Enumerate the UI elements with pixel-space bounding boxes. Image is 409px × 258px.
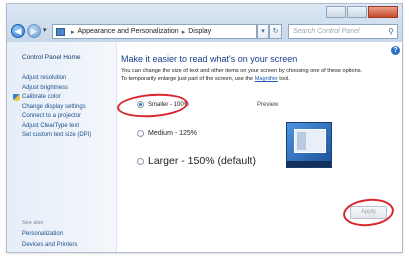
- radio-medium[interactable]: [137, 130, 144, 137]
- window-controls: [325, 6, 398, 18]
- recent-pages-dropdown-icon[interactable]: ▾: [43, 26, 47, 34]
- sidebar: Control Panel Home Adjust resolution Adj…: [7, 42, 117, 252]
- preview-taskbar: [287, 161, 331, 167]
- desktop-preview-image: [286, 122, 332, 168]
- control-panel-window: ◀ ▶ ▾ ▸ Appearance and Personalization ▸…: [6, 3, 403, 253]
- breadcrumb-appearance[interactable]: Appearance and Personalization: [78, 28, 179, 35]
- description-line-1: You can change the size of text and othe…: [121, 68, 363, 74]
- search-icon[interactable]: ⚲: [388, 25, 394, 38]
- sidebar-item-calibrate-color[interactable]: Calibrate color: [13, 93, 91, 103]
- magnifier-link[interactable]: Magnifier: [255, 76, 278, 82]
- search-input[interactable]: Search Control Panel ⚲: [288, 24, 398, 39]
- option-larger[interactable]: Larger - 150% (default): [137, 155, 256, 167]
- option-medium[interactable]: Medium - 125%: [137, 130, 197, 137]
- option-smaller-label[interactable]: Smaller - 100%: [148, 102, 189, 108]
- option-medium-label[interactable]: Medium - 125%: [148, 130, 197, 137]
- sidebar-item-adjust-resolution[interactable]: Adjust resolution: [22, 74, 91, 84]
- sidebar-item-label: Calibrate color: [22, 94, 61, 100]
- control-panel-icon: [56, 27, 65, 36]
- option-smaller[interactable]: Smaller - 100%: [137, 101, 189, 108]
- radio-smaller[interactable]: [137, 101, 144, 108]
- title-bar: ◀ ▶ ▾ ▸ Appearance and Personalization ▸…: [7, 4, 402, 42]
- sidebar-item-adjust-brightness[interactable]: Adjust brightness: [22, 84, 91, 94]
- sidebar-task-list: Adjust resolution Adjust brightness Cali…: [13, 74, 91, 141]
- close-button[interactable]: [368, 6, 398, 18]
- maximize-button[interactable]: [347, 6, 367, 18]
- description-line-2-end: tool.: [279, 76, 290, 82]
- help-icon[interactable]: ?: [391, 46, 400, 55]
- address-dropdown-icon[interactable]: ▾: [257, 24, 269, 39]
- page-title: Make it easier to read what's on your sc…: [121, 54, 298, 64]
- sidebar-item-adjust-cleartype[interactable]: Adjust ClearType text: [22, 122, 91, 132]
- breadcrumb-display[interactable]: Display: [188, 28, 211, 35]
- preview-window: [294, 129, 326, 153]
- address-bar[interactable]: ▸ Appearance and Personalization ▸ Displ…: [52, 24, 257, 39]
- breadcrumb-separator-icon[interactable]: ▸: [71, 28, 75, 36]
- preview-label: Preview: [257, 102, 279, 108]
- apply-button[interactable]: Apply: [350, 206, 387, 219]
- description-line-2: To temporarily enlarge just part of the …: [121, 76, 290, 82]
- control-panel-home-link[interactable]: Control Panel Home: [22, 54, 81, 61]
- option-larger-label[interactable]: Larger - 150% (default): [148, 155, 256, 167]
- minimize-button[interactable]: [326, 6, 346, 18]
- search-placeholder: Search Control Panel: [293, 28, 360, 35]
- radio-larger[interactable]: [137, 157, 144, 165]
- forward-arrow-icon[interactable]: ▶: [27, 24, 41, 38]
- see-also-devices-printers-link[interactable]: Devices and Printers: [22, 242, 77, 248]
- see-also-heading: See also: [22, 220, 44, 226]
- see-also-personalization-link[interactable]: Personalization: [22, 231, 63, 237]
- sidebar-item-custom-text-size[interactable]: Set custom text size (DPI): [22, 131, 91, 141]
- breadcrumb-separator-icon[interactable]: ▸: [182, 28, 186, 36]
- description-line-2-text: To temporarily enlarge just part of the …: [121, 76, 254, 82]
- refresh-icon[interactable]: ↻: [269, 24, 282, 39]
- shield-icon: [13, 94, 20, 101]
- sidebar-item-change-display-settings[interactable]: Change display settings: [22, 103, 91, 113]
- back-arrow-icon[interactable]: ◀: [11, 24, 25, 38]
- sidebar-item-connect-projector[interactable]: Connect to a projector: [22, 112, 91, 122]
